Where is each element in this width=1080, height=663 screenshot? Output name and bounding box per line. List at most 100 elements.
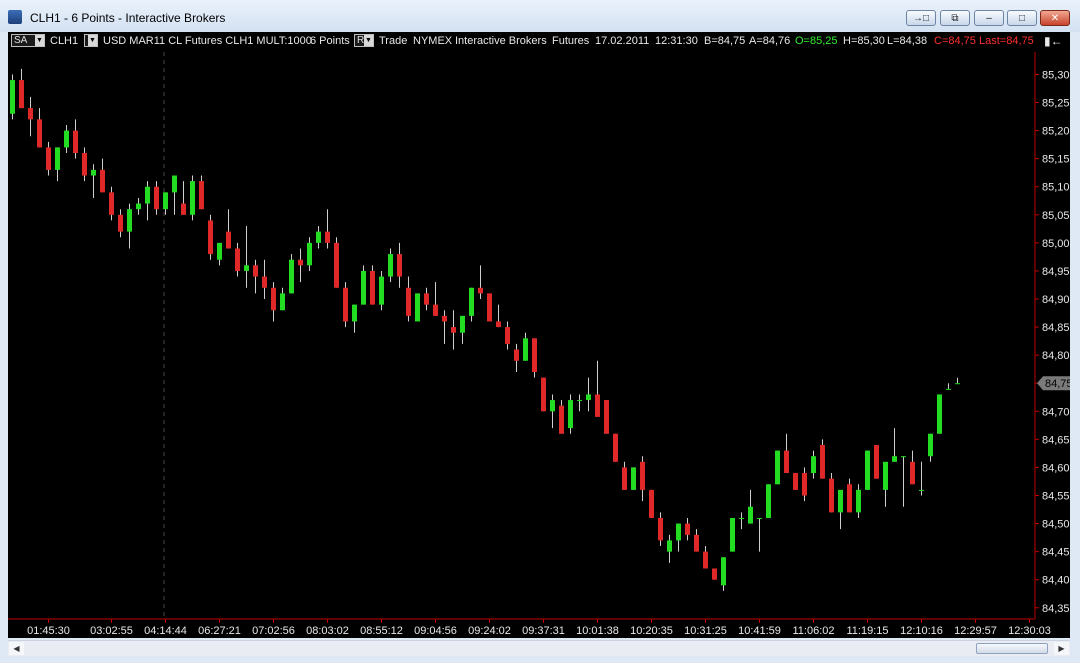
candle-up [289, 259, 294, 294]
y-tick-label: 84,70 [1042, 406, 1070, 418]
candle-up [10, 80, 15, 114]
candle-up [127, 209, 132, 232]
candle-down [82, 153, 87, 176]
horizontal-scrollbar[interactable]: ◀ ▶ [8, 640, 1070, 656]
candle-down [181, 203, 186, 215]
candle-up [415, 293, 420, 322]
maximize-button[interactable]: □ [1007, 10, 1037, 26]
candle-down [595, 394, 600, 417]
candle-down [622, 467, 627, 490]
candle-down [343, 287, 348, 322]
candle-up [739, 517, 744, 519]
y-tick-label: 84,40 [1042, 575, 1070, 587]
candle-up [388, 254, 393, 277]
candle-up [937, 394, 942, 434]
candle-up [469, 287, 474, 316]
candle-down [208, 220, 213, 255]
candle-down [406, 287, 411, 316]
candle-down [370, 270, 375, 305]
y-tick-label: 84,95 [1042, 266, 1070, 278]
candle-down [154, 186, 159, 210]
candle-up [379, 276, 384, 305]
candle-down [46, 147, 51, 170]
x-tick-label: 10:20:35 [630, 625, 673, 637]
candle-down [226, 231, 231, 249]
candle-up [721, 557, 726, 586]
candle-up [64, 130, 69, 148]
candle-up [883, 461, 888, 490]
x-tick-label: 01:45:30 [27, 625, 70, 637]
candle-up [316, 231, 321, 243]
candle-up [775, 450, 780, 485]
candle-down [559, 405, 564, 434]
close-button[interactable]: ✕ [1040, 10, 1070, 26]
candle-up [919, 489, 924, 491]
candle-up [577, 400, 582, 402]
candle-up [892, 456, 897, 462]
y-tick-label: 85,20 [1042, 126, 1070, 138]
candle-down [910, 461, 915, 485]
candle-up [190, 181, 195, 215]
y-tick-label: 85,10 [1042, 182, 1070, 194]
candle-down [784, 450, 789, 474]
candle-up [136, 203, 141, 210]
candle-up [748, 506, 753, 524]
y-tick-label: 84,45 [1042, 547, 1070, 559]
x-tick-label: 12:10:16 [900, 625, 943, 637]
candle-down [37, 119, 42, 148]
y-tick-label: 84,50 [1042, 519, 1070, 531]
x-tick-label: 09:37:31 [522, 625, 565, 637]
x-tick-label: 11:06:02 [792, 625, 834, 637]
candle-down [703, 551, 708, 569]
candle-up [946, 388, 951, 390]
candle-up [280, 293, 285, 311]
candle-down [118, 214, 123, 232]
scroll-left-icon[interactable]: ◀ [9, 642, 24, 655]
candle-down [100, 169, 105, 193]
candle-down [820, 444, 825, 479]
x-tick-label: 08:55:12 [360, 625, 403, 637]
candle-up [811, 456, 816, 474]
x-tick-label: 09:24:02 [468, 625, 511, 637]
window-titlebar: CLH1 - 6 Points - Interactive Brokers →□… [0, 0, 1080, 32]
candle-down [262, 276, 267, 288]
candle-up [91, 169, 96, 176]
candle-down [235, 248, 240, 271]
candle-up [856, 489, 861, 513]
candle-up [55, 147, 60, 170]
candle-down [478, 287, 483, 294]
candle-down [334, 242, 339, 288]
candle-down [613, 433, 618, 462]
scrollbar-thumb[interactable] [976, 643, 1048, 654]
candle-down [640, 461, 645, 490]
y-tick-label: 85,30 [1042, 69, 1070, 81]
candle-up [667, 540, 672, 552]
candle-down [604, 400, 609, 434]
detach-window-icon[interactable]: ⧉ [940, 10, 970, 26]
x-tick-label: 06:27:21 [198, 625, 241, 637]
minimize-button[interactable]: – [974, 10, 1004, 26]
candle-up [217, 242, 222, 260]
dock-window-icon[interactable]: →□ [906, 10, 936, 26]
candle-up [460, 315, 465, 333]
candle-down [271, 287, 276, 311]
window-title: CLH1 - 6 Points - Interactive Brokers [30, 11, 226, 25]
candle-up [865, 450, 870, 490]
candle-down [874, 444, 879, 479]
scroll-right-icon[interactable]: ▶ [1054, 642, 1069, 655]
x-tick-label: 09:04:56 [414, 625, 457, 637]
y-tick-label: 84,90 [1042, 294, 1070, 306]
candle-up [766, 484, 771, 518]
x-tick-label: 10:01:38 [576, 625, 619, 637]
candle-up [757, 517, 762, 519]
x-tick-label: 03:02:55 [90, 625, 133, 637]
candle-down [514, 349, 519, 361]
candle-down [649, 489, 654, 518]
candle-up [352, 304, 357, 322]
candle-down [532, 338, 537, 372]
candle-down [802, 473, 807, 496]
y-tick-label: 84,55 [1042, 490, 1070, 502]
candle-down [73, 130, 78, 154]
last-price-tag: 84,75 [1045, 378, 1070, 390]
x-tick-label: 12:30:03 [1008, 625, 1051, 637]
